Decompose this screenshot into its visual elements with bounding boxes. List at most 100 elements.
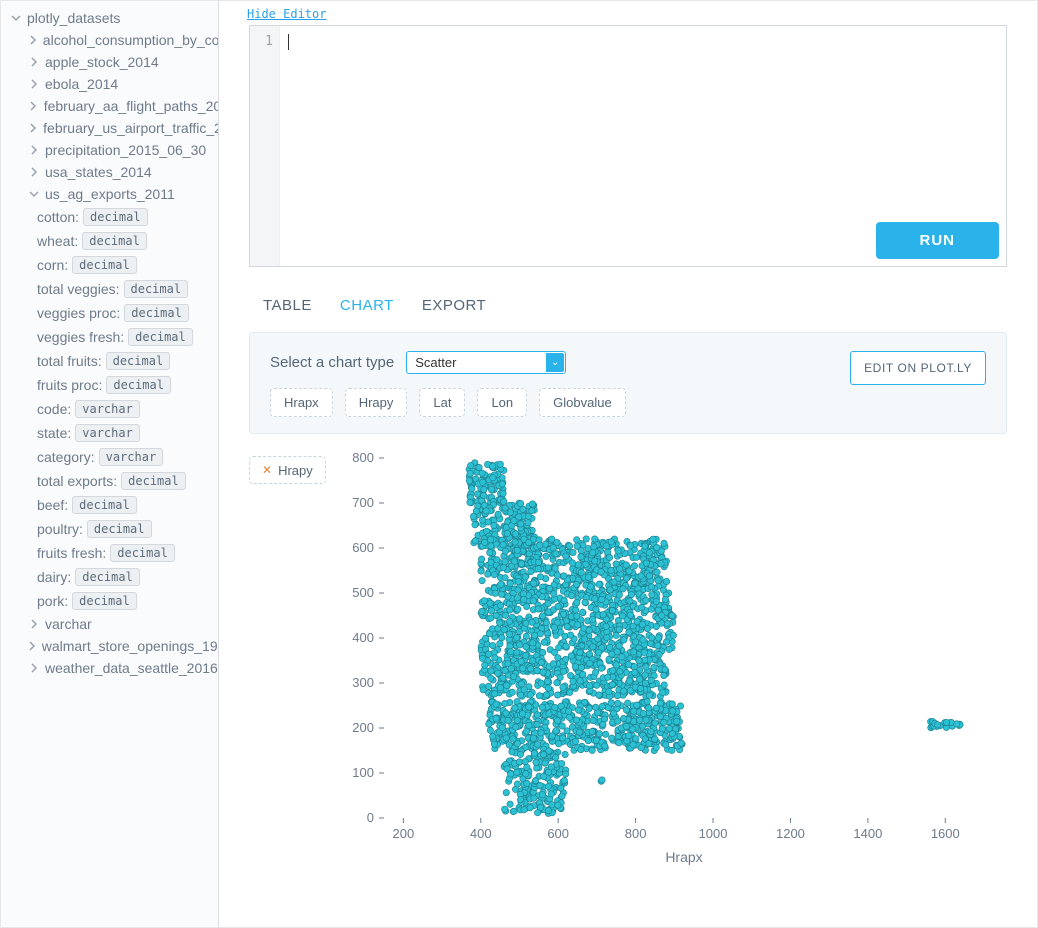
svg-text:500: 500 [352, 585, 374, 600]
column-chip[interactable]: Lon [477, 388, 527, 417]
dataset-item[interactable]: weather_data_seattle_2016 [19, 657, 218, 679]
caret-right-icon [27, 77, 41, 91]
dataset-item[interactable]: ebola_2014 [19, 73, 218, 95]
dataset-label: apple_stock_2014 [45, 54, 159, 70]
field-item[interactable]: fruits fresh:decimal [37, 541, 218, 565]
dataset-item[interactable]: february_us_airport_traffic_2011 [19, 117, 218, 139]
dataset-item[interactable]: precipitation_2015_06_30 [19, 139, 218, 161]
field-name: dairy: [37, 569, 71, 585]
field-item[interactable]: cotton:decimal [37, 205, 218, 229]
dataset-item-expanded[interactable]: us_ag_exports_2011 [19, 183, 218, 205]
svg-text:600: 600 [352, 540, 374, 555]
type-badge: decimal [110, 544, 175, 562]
field-item[interactable]: dairy:decimal [37, 565, 218, 589]
field-name: wheat: [37, 233, 78, 249]
dataset-item[interactable]: walmart_store_openings_1962_2006 [19, 635, 218, 657]
dataset-label: february_us_airport_traffic_2011 [43, 120, 218, 136]
type-badge: decimal [128, 328, 193, 346]
field-name: beef: [37, 497, 68, 513]
dataset-label: alcohol_consumption_by_country [43, 32, 218, 48]
chart-type-select[interactable]: Scatter [406, 351, 566, 374]
svg-text:300: 300 [352, 675, 374, 690]
field-item[interactable]: veggies proc:decimal [37, 301, 218, 325]
dataset-label: precipitation_2015_06_30 [45, 142, 206, 158]
field-item[interactable]: pork:decimal [37, 589, 218, 613]
caret-right-icon [27, 55, 41, 69]
svg-text:Hrapx: Hrapx [665, 849, 702, 865]
field-name: total exports: [37, 473, 117, 489]
svg-text:0: 0 [367, 810, 374, 825]
svg-text:1600: 1600 [931, 826, 960, 841]
tab-chart[interactable]: CHART [340, 297, 394, 314]
caret-right-icon [27, 661, 41, 675]
field-name: pork: [37, 593, 68, 609]
type-badge: decimal [72, 496, 137, 514]
dataset-item[interactable]: apple_stock_2014 [19, 51, 218, 73]
svg-text:400: 400 [470, 826, 492, 841]
tree-root-label: plotly_datasets [27, 10, 120, 26]
type-badge: decimal [124, 304, 189, 322]
dataset-item[interactable]: varchar [19, 613, 218, 635]
dataset-label: varchar [45, 616, 92, 632]
edit-on-plotly-button[interactable]: EDIT ON PLOT.LY [850, 351, 986, 385]
line-number: 1 [265, 34, 273, 49]
svg-text:400: 400 [352, 630, 374, 645]
column-chip[interactable]: Hrapy [345, 388, 408, 417]
caret-right-icon [27, 165, 41, 179]
field-item[interactable]: total veggies:decimal [37, 277, 218, 301]
field-item[interactable]: fruits proc:decimal [37, 373, 218, 397]
svg-text:1400: 1400 [853, 826, 882, 841]
type-badge: decimal [87, 520, 152, 538]
field-name: category: [37, 449, 95, 465]
field-item[interactable]: category:varchar [37, 445, 218, 469]
svg-text:200: 200 [392, 826, 414, 841]
column-chip[interactable]: Lat [419, 388, 465, 417]
caret-right-icon [27, 143, 41, 157]
field-item[interactable]: state:varchar [37, 421, 218, 445]
field-item[interactable]: beef:decimal [37, 493, 218, 517]
type-badge: decimal [83, 208, 148, 226]
tab-export[interactable]: EXPORT [422, 297, 486, 314]
field-name: poultry: [37, 521, 83, 537]
field-name: total fruits: [37, 353, 102, 369]
type-badge: decimal [121, 472, 186, 490]
close-icon[interactable]: ✕ [262, 463, 272, 477]
field-item[interactable]: total fruits:decimal [37, 349, 218, 373]
field-name: corn: [37, 257, 68, 273]
tab-table[interactable]: TABLE [263, 297, 312, 314]
dataset-label: walmart_store_openings_1962_2006 [42, 638, 218, 654]
main-panel: Hide Editor 1 RUN TABLE CHART EXPORT Sel… [219, 1, 1037, 927]
svg-text:600: 600 [547, 826, 569, 841]
scatter-plot[interactable]: 0100200300400500600700800200400600800100… [334, 448, 1007, 871]
field-item[interactable]: total exports:decimal [37, 469, 218, 493]
column-chip[interactable]: Hrapx [270, 388, 333, 417]
svg-text:800: 800 [352, 450, 374, 465]
field-item[interactable]: wheat:decimal [37, 229, 218, 253]
field-name: fruits proc: [37, 377, 102, 393]
field-item[interactable]: corn:decimal [37, 253, 218, 277]
field-name: total veggies: [37, 281, 120, 297]
type-badge: decimal [75, 568, 140, 586]
tree-root[interactable]: plotly_datasets [1, 7, 218, 29]
run-button[interactable]: RUN [876, 222, 1000, 259]
type-badge: decimal [124, 280, 189, 298]
field-item[interactable]: code:varchar [37, 397, 218, 421]
caret-right-icon [27, 617, 41, 631]
svg-text:200: 200 [352, 720, 374, 735]
column-chip[interactable]: Globvalue [539, 388, 626, 417]
field-name: fruits fresh: [37, 545, 106, 561]
dataset-item[interactable]: february_aa_flight_paths_2011 [19, 95, 218, 117]
dataset-item[interactable]: usa_states_2014 [19, 161, 218, 183]
caret-down-icon [27, 187, 41, 201]
field-item[interactable]: poultry:decimal [37, 517, 218, 541]
type-badge: decimal [106, 352, 171, 370]
dataset-label: usa_states_2014 [45, 164, 152, 180]
field-name: code: [37, 401, 71, 417]
caret-right-icon [27, 639, 38, 653]
dataset-item[interactable]: alcohol_consumption_by_country [19, 29, 218, 51]
field-item[interactable]: veggies fresh:decimal [37, 325, 218, 349]
legend-box[interactable]: ✕ Hrapy [249, 456, 326, 484]
hide-editor-link[interactable]: Hide Editor [247, 1, 1007, 25]
field-name: veggies proc: [37, 305, 120, 321]
caret-down-icon [9, 11, 23, 25]
